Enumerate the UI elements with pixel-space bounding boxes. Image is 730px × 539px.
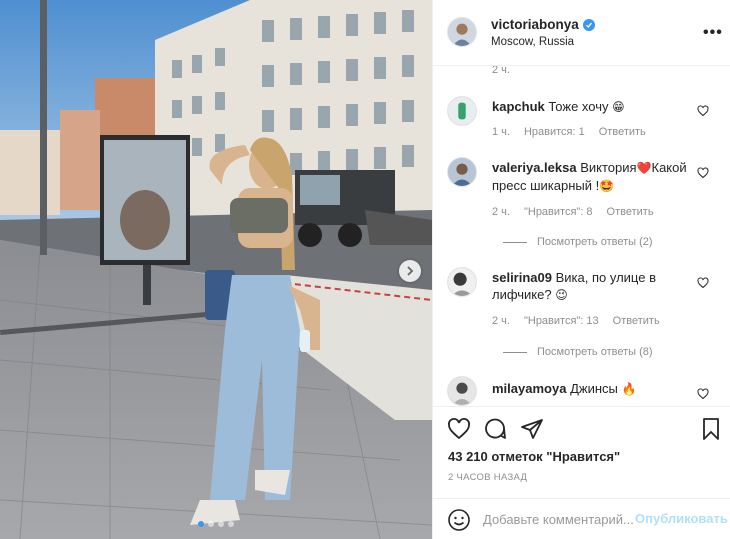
- save-bookmark-icon[interactable]: [699, 417, 723, 441]
- next-photo-button[interactable]: [399, 260, 421, 282]
- comment-text: milayamoya Джинсы 🔥: [492, 380, 687, 398]
- post-photo[interactable]: [0, 0, 432, 539]
- replies-divider-line: [503, 351, 527, 353]
- carousel-indicator: [0, 521, 432, 527]
- carousel-dot: [198, 521, 204, 527]
- comment-emoji: 😁: [612, 100, 625, 114]
- add-comment-bar: Опубликовать: [433, 498, 730, 539]
- view-replies-button[interactable]: Посмотреть ответы (8): [503, 346, 653, 358]
- commenter-username[interactable]: kapchuk: [492, 99, 545, 114]
- comment-emoji: 😉: [555, 288, 568, 302]
- publish-button[interactable]: Опубликовать: [635, 511, 728, 526]
- author-username-text[interactable]: victoriabonya: [491, 17, 579, 32]
- view-replies-label[interactable]: Посмотреть ответы (8): [537, 346, 653, 358]
- commenter-avatar[interactable]: [447, 267, 477, 297]
- verified-badge-icon: [582, 18, 595, 31]
- street-scene-image: [0, 0, 432, 539]
- carousel-dot: [228, 521, 234, 527]
- comment-input[interactable]: [483, 509, 633, 529]
- carousel-dot: [218, 521, 224, 527]
- author-username[interactable]: victoriabonya: [491, 17, 595, 32]
- comment-likes[interactable]: Нравится: 1: [524, 126, 585, 138]
- like-comment-heart-icon[interactable]: [697, 105, 709, 117]
- post-side-panel: victoriabonya Moscow, Russia ••• 2 ч. ka…: [432, 0, 730, 539]
- commenter-avatar[interactable]: [447, 157, 477, 187]
- view-replies-button[interactable]: Посмотреть ответы (2): [503, 236, 653, 248]
- comment-time: 2 ч.: [492, 66, 510, 76]
- comment-meta: 2 ч. "Нравится": 8 Ответить: [492, 206, 654, 218]
- comment-meta: 1 ч. Нравится: 1 Ответить: [492, 126, 646, 138]
- commenter-username[interactable]: valeriya.leksa: [492, 160, 577, 175]
- post-time-ago[interactable]: 2 ЧАСОВ НАЗАД: [448, 472, 527, 483]
- like-heart-icon[interactable]: [447, 417, 471, 441]
- commenter-avatar[interactable]: [447, 376, 477, 406]
- emoji-smile-icon[interactable]: [447, 508, 471, 532]
- comment-text: selirina09 Вика, по улице в лифчике? 😉: [492, 269, 687, 304]
- comment-time: 2 ч.: [492, 206, 510, 218]
- comment-emoji: 🔥: [621, 382, 637, 396]
- post-header: victoriabonya Moscow, Russia •••: [433, 0, 730, 66]
- comment-text: kapchuk Тоже хочу 😁: [492, 98, 687, 116]
- comment-likes[interactable]: "Нравится": 8: [524, 206, 593, 218]
- comment-time: 1 ч.: [492, 126, 510, 138]
- like-comment-heart-icon[interactable]: [697, 277, 709, 289]
- like-comment-heart-icon[interactable]: [697, 167, 709, 179]
- comment-body: Тоже хочу: [548, 99, 609, 114]
- reply-button[interactable]: Ответить: [607, 206, 654, 218]
- reply-button[interactable]: Ответить: [599, 126, 646, 138]
- likes-count[interactable]: 43 210 отметок "Нравится": [448, 449, 620, 464]
- commenter-username[interactable]: milayamoya: [492, 381, 566, 396]
- comment-body: Виктория: [580, 160, 637, 175]
- comments-list[interactable]: 2 ч. kapchuk Тоже хочу 😁 1 ч. Нравится: …: [433, 66, 730, 406]
- comment-emoji: ❤️: [636, 161, 652, 175]
- commenter-avatar[interactable]: [447, 96, 477, 126]
- author-avatar[interactable]: [447, 17, 477, 47]
- comment-emoji-2: 🤩: [599, 179, 615, 193]
- chevron-right-icon: [407, 266, 414, 276]
- post-actions: 43 210 отметок "Нравится" 2 ЧАСОВ НАЗАД: [433, 406, 730, 498]
- commenter-username[interactable]: selirina09: [492, 270, 552, 285]
- replies-divider-line: [503, 241, 527, 243]
- share-paper-plane-icon[interactable]: [520, 417, 544, 441]
- comment-meta: 2 ч. "Нравится": 13 Ответить: [492, 315, 660, 327]
- reply-button[interactable]: Ответить: [613, 315, 660, 327]
- comment-text: valeriya.leksa Виктория❤️Какой пресс шик…: [492, 159, 687, 195]
- comment-bubble-icon[interactable]: [483, 417, 507, 441]
- more-horizontal-icon: •••: [703, 24, 723, 41]
- post-location[interactable]: Moscow, Russia: [491, 36, 574, 48]
- comment-likes[interactable]: "Нравится": 13: [524, 315, 599, 327]
- more-options-button[interactable]: •••: [703, 24, 723, 42]
- carousel-dot: [208, 521, 214, 527]
- view-replies-label[interactable]: Посмотреть ответы (2): [537, 236, 653, 248]
- comment-body: Джинсы: [570, 381, 618, 396]
- comment-time: 2 ч.: [492, 315, 510, 327]
- like-comment-heart-icon[interactable]: [697, 388, 709, 400]
